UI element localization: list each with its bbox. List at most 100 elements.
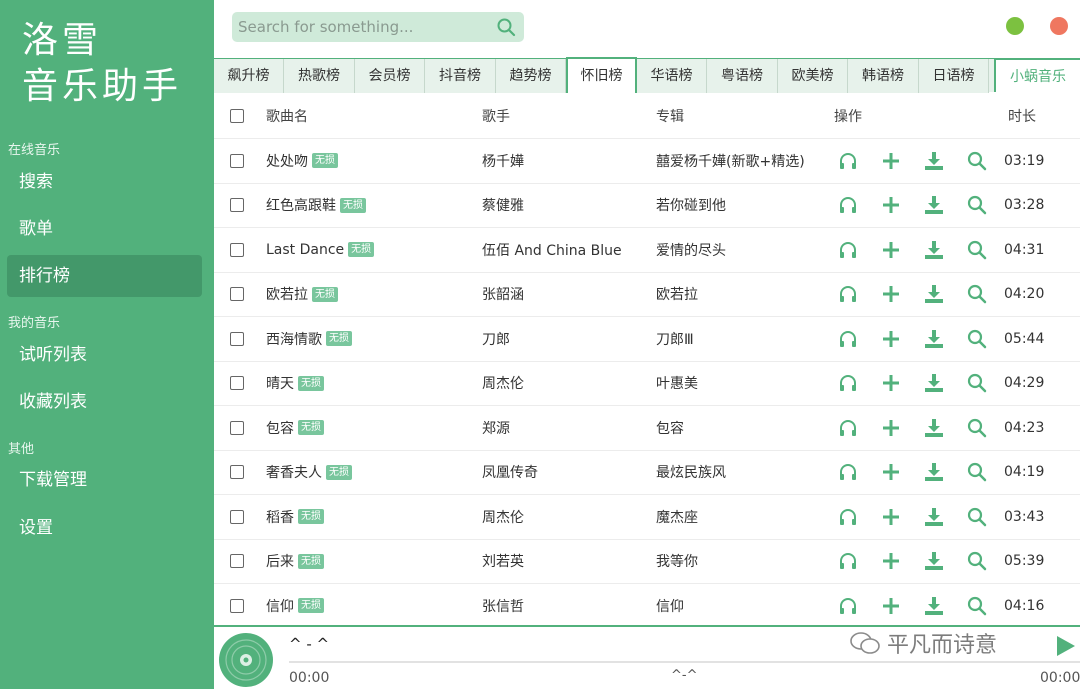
table-row[interactable]: Last Dance 无损 伍佰 And China Blue 爱情的尽头 04:31: [214, 228, 1080, 273]
listen-button[interactable]: [826, 326, 869, 352]
download-button[interactable]: [912, 281, 955, 307]
add-button[interactable]: [869, 593, 912, 619]
add-button[interactable]: [869, 415, 912, 441]
table-row[interactable]: 红色高跟鞋 无损 蔡健雅 若你碰到他 03:28: [214, 184, 1080, 228]
row-checkbox[interactable]: [230, 287, 244, 302]
search-song-button[interactable]: [955, 237, 998, 263]
source-tab[interactable]: 小蜗音乐: [994, 58, 1080, 92]
tab-western[interactable]: 欧美榜: [778, 59, 848, 93]
sidebar-item-trial-list[interactable]: 试听列表: [7, 334, 202, 376]
download-button[interactable]: [912, 415, 955, 441]
table-row[interactable]: 晴天 无损 周杰伦 叶惠美 04:29: [214, 362, 1080, 406]
row-checkbox[interactable]: [230, 420, 244, 435]
plus-icon: [882, 375, 899, 392]
listen-button[interactable]: [826, 459, 869, 485]
sidebar-item-favorites[interactable]: 收藏列表: [7, 381, 202, 423]
download-button[interactable]: [912, 504, 955, 530]
listen-button[interactable]: [826, 370, 869, 396]
download-button[interactable]: [912, 370, 955, 396]
tab-douyin[interactable]: 抖音榜: [425, 59, 496, 93]
download-button[interactable]: [912, 459, 955, 485]
tab-korean[interactable]: 韩语榜: [848, 59, 919, 93]
search-song-button[interactable]: [955, 281, 998, 307]
add-button[interactable]: [869, 326, 912, 352]
sidebar-item-search[interactable]: 搜索: [7, 161, 202, 203]
search-song-button[interactable]: [955, 415, 998, 441]
sidebar-item-playlist[interactable]: 歌单: [7, 208, 202, 250]
table-row[interactable]: 信仰 无损 张信哲 信仰 04:16: [214, 584, 1080, 629]
add-button[interactable]: [869, 370, 912, 396]
add-button[interactable]: [869, 459, 912, 485]
row-checkbox[interactable]: [230, 554, 244, 569]
row-checkbox[interactable]: [230, 465, 244, 480]
tab-trend[interactable]: 趋势榜: [496, 59, 566, 93]
search-icon: [967, 374, 986, 393]
table-row[interactable]: 处处吻 无损 杨千嬅 囍爱杨千嬅(新歌+精选) 03:19: [214, 139, 1080, 184]
progress-bar[interactable]: [289, 661, 1080, 663]
table-row[interactable]: 西海情歌 无损 刀郎 刀郎Ⅲ 05:44: [214, 317, 1080, 362]
listen-button[interactable]: [826, 237, 869, 263]
search-input[interactable]: [238, 12, 488, 42]
window-minimize-button[interactable]: [1006, 17, 1024, 35]
play-icon[interactable]: [1054, 635, 1076, 657]
row-checkbox[interactable]: [230, 376, 244, 391]
tab-cantonese[interactable]: 粤语榜: [707, 59, 778, 93]
row-checkbox[interactable]: [230, 242, 244, 257]
search-song-button[interactable]: [955, 326, 998, 352]
search-song-button[interactable]: [955, 370, 998, 396]
table-row[interactable]: 欧若拉 无损 张韶涵 欧若拉 04:20: [214, 273, 1080, 317]
tab-japanese[interactable]: 日语榜: [919, 59, 989, 93]
artist-name: 周杰伦: [482, 376, 524, 393]
listen-button[interactable]: [826, 504, 869, 530]
table-row[interactable]: 稻香 无损 周杰伦 魔杰座 03:43: [214, 495, 1080, 540]
sidebar-item-downloads[interactable]: 下载管理: [7, 459, 202, 501]
table-row[interactable]: 包容 无损 郑源 包容 04:23: [214, 406, 1080, 451]
tab-nostalgic[interactable]: 怀旧榜: [566, 57, 637, 93]
search-icon: [967, 240, 986, 259]
listen-button[interactable]: [826, 148, 869, 174]
tab-soaring[interactable]: 飙升榜: [214, 59, 284, 93]
add-button[interactable]: [869, 192, 912, 218]
search-song-button[interactable]: [955, 504, 998, 530]
search-icon[interactable]: [496, 17, 516, 37]
row-checkbox[interactable]: [230, 331, 244, 346]
row-checkbox[interactable]: [230, 153, 244, 168]
album-name: 魔杰座: [656, 509, 698, 526]
row-checkbox[interactable]: [230, 198, 244, 213]
table-row[interactable]: 奢香夫人 无损 凤凰传奇 最炫民族风 04:19: [214, 451, 1080, 495]
tab-hot[interactable]: 热歌榜: [284, 59, 355, 93]
search-song-button[interactable]: [955, 593, 998, 619]
listen-button[interactable]: [826, 593, 869, 619]
tab-chinese[interactable]: 华语榜: [637, 59, 707, 93]
row-checkbox[interactable]: [230, 598, 244, 613]
sidebar-item-settings[interactable]: 设置: [7, 507, 202, 549]
song-name: 欧若拉: [266, 287, 308, 304]
album-disc-icon[interactable]: [218, 632, 274, 688]
search-song-button[interactable]: [955, 148, 998, 174]
download-button[interactable]: [912, 148, 955, 174]
search-song-button[interactable]: [955, 192, 998, 218]
search-song-button[interactable]: [955, 548, 998, 574]
select-all-checkbox[interactable]: [230, 109, 244, 123]
search-song-button[interactable]: [955, 459, 998, 485]
download-button[interactable]: [912, 237, 955, 263]
add-button[interactable]: [869, 281, 912, 307]
download-button[interactable]: [912, 192, 955, 218]
listen-button[interactable]: [826, 548, 869, 574]
add-button[interactable]: [869, 548, 912, 574]
add-button[interactable]: [869, 148, 912, 174]
download-button[interactable]: [912, 326, 955, 352]
table-row[interactable]: 后来 无损 刘若英 我等你 05:39: [214, 540, 1080, 584]
listen-button[interactable]: [826, 281, 869, 307]
listen-button[interactable]: [826, 192, 869, 218]
search-icon: [967, 507, 986, 526]
row-checkbox[interactable]: [230, 509, 244, 524]
sidebar-item-charts[interactable]: 排行榜: [7, 255, 202, 297]
download-button[interactable]: [912, 548, 955, 574]
listen-button[interactable]: [826, 415, 869, 441]
add-button[interactable]: [869, 504, 912, 530]
window-close-button[interactable]: [1050, 17, 1068, 35]
download-button[interactable]: [912, 593, 955, 619]
add-button[interactable]: [869, 237, 912, 263]
tab-vip[interactable]: 会员榜: [355, 59, 425, 93]
